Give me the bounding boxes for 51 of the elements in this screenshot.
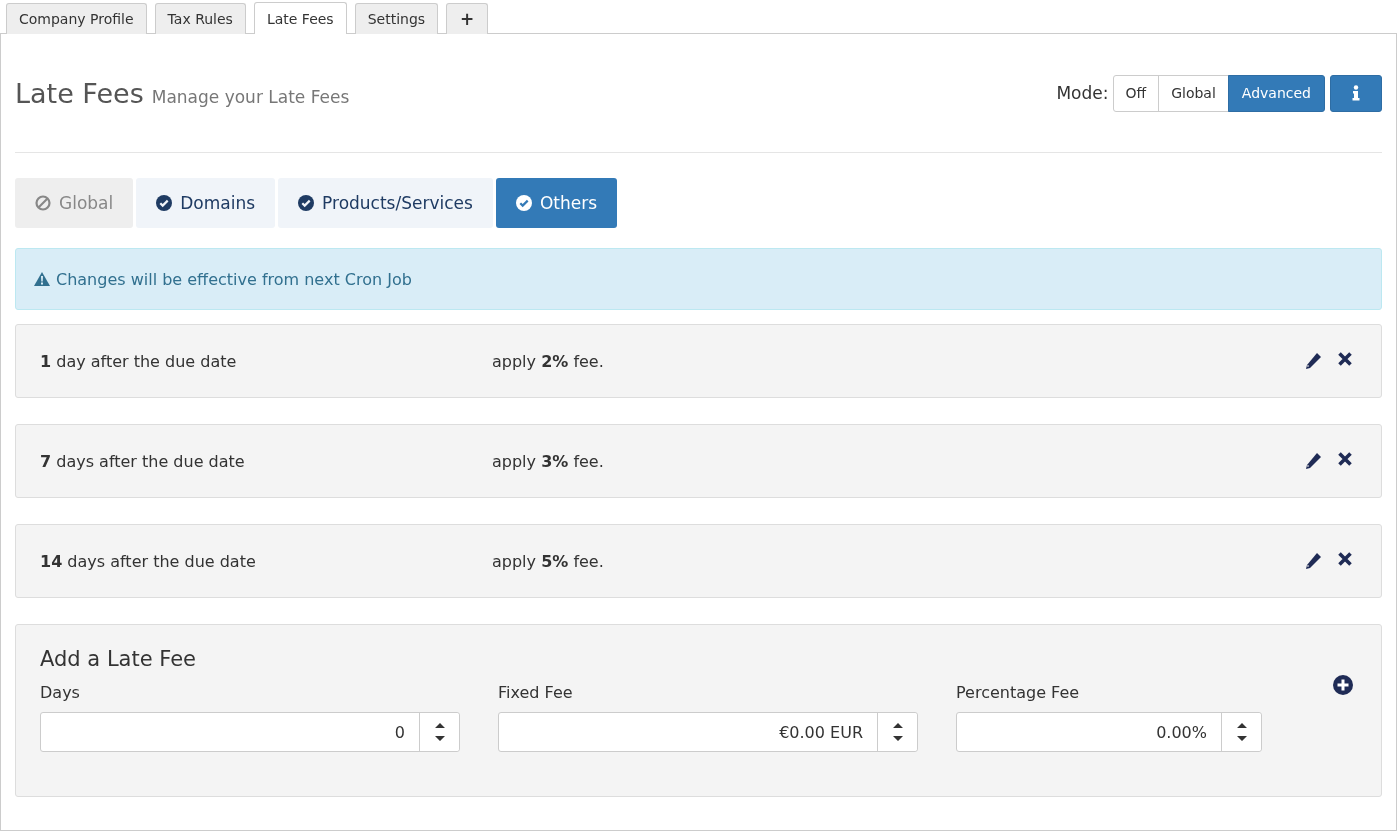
scope-tab[interactable]: Others — [495, 178, 618, 228]
edit-button[interactable] — [1303, 551, 1323, 571]
field-label: Days — [40, 683, 81, 702]
up-down-arrows-icon — [1236, 721, 1247, 743]
edit-button[interactable] — [1303, 351, 1323, 371]
close-icon — [1337, 551, 1353, 567]
alert-text: Changes will be effective from next Cron Job — [56, 269, 412, 289]
fee-amount: apply 3% fee. — [492, 451, 605, 471]
field-label: Fixed Fee — [498, 683, 574, 702]
up-down-arrows-icon — [434, 721, 445, 743]
mode-button[interactable]: Advanced — [1227, 74, 1325, 112]
pencil-icon — [1303, 451, 1323, 471]
add-button[interactable] — [1333, 675, 1353, 695]
plus-circle-icon — [1333, 675, 1353, 695]
close-icon — [1337, 451, 1353, 467]
scope-tab[interactable]: Domains — [136, 178, 276, 228]
stepper-button[interactable] — [877, 713, 917, 751]
number-input[interactable]: 0.00% — [957, 713, 1221, 751]
form-title: Add a Late Fee — [40, 647, 198, 671]
close-icon — [1337, 351, 1353, 367]
up-down-arrows-icon — [892, 721, 903, 743]
stepper-button[interactable] — [1221, 713, 1261, 751]
edit-button[interactable] — [1303, 451, 1323, 471]
pencil-icon — [1303, 551, 1323, 571]
tab[interactable]: Tax Rules — [154, 3, 246, 34]
ban-icon — [35, 195, 51, 211]
check-circle-icon — [515, 195, 532, 211]
number-field[interactable]: 0.00% — [956, 712, 1262, 752]
fee-amount: apply 5% fee. — [492, 551, 605, 571]
info-icon — [1352, 85, 1360, 101]
pencil-icon — [1303, 351, 1323, 371]
stepper-button[interactable] — [419, 713, 459, 751]
tab[interactable]: Late Fees — [253, 2, 347, 34]
fee-condition: 1 day after the due date — [40, 351, 238, 371]
tab[interactable]: + — [446, 3, 489, 34]
mode-button[interactable]: Off — [1112, 74, 1160, 112]
warning-icon — [34, 272, 50, 286]
fee-condition: 7 days after the due date — [40, 451, 246, 471]
mode-label: Mode: — [1056, 83, 1109, 103]
check-circle-icon — [298, 195, 315, 211]
tab[interactable]: Company Profile — [6, 3, 147, 34]
field-label: Percentage Fee — [956, 683, 1081, 702]
info-button[interactable] — [1330, 74, 1382, 112]
fee-condition: 14 days after the due date — [40, 551, 257, 571]
page-subtitle: Manage your Late Fees — [151, 86, 350, 107]
check-circle-icon — [156, 195, 173, 211]
page-title: Late Fees — [15, 77, 144, 109]
scope-tab[interactable]: Products/Services — [278, 178, 493, 228]
tab[interactable]: Settings — [354, 3, 439, 34]
mode-button[interactable]: Global — [1158, 74, 1229, 112]
fee-amount: apply 2% fee. — [492, 351, 605, 371]
